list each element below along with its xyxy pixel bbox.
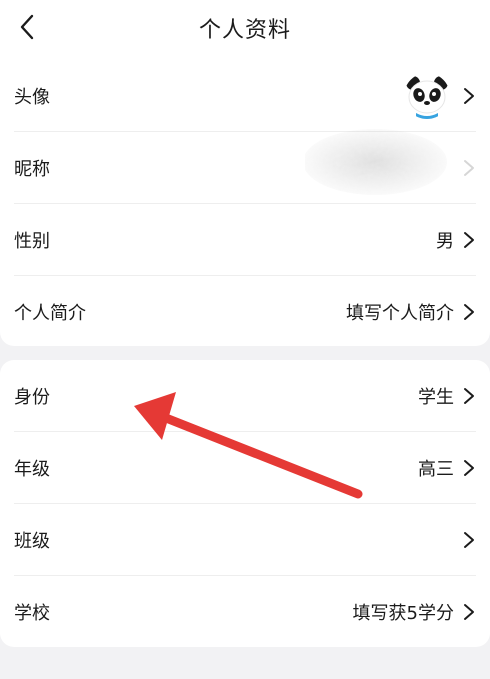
- grade-row[interactable]: 年级 高三: [14, 432, 476, 504]
- gender-label: 性别: [14, 231, 50, 252]
- identity-value: 学生: [418, 387, 454, 408]
- page-title: 个人资料: [198, 18, 291, 43]
- chevron-right-icon: [464, 460, 474, 476]
- chevron-right-icon: [464, 232, 474, 248]
- bio-label: 个人简介: [14, 303, 86, 324]
- avatar-label: 头像: [14, 87, 50, 108]
- grade-value: 高三: [418, 459, 454, 480]
- bio-value: 填写个人简介: [346, 303, 454, 324]
- panda-avatar-icon: [404, 73, 450, 119]
- avatar-row[interactable]: 头像: [14, 60, 476, 132]
- identity-row[interactable]: 身份 学生: [14, 360, 476, 432]
- bio-row[interactable]: 个人简介 填写个人简介: [14, 276, 476, 348]
- chevron-right-icon: [464, 532, 474, 548]
- nickname-row[interactable]: 昵称: [14, 132, 476, 204]
- school-value: 填写获5学分: [352, 603, 454, 624]
- school-info-card: 身份 学生 年级 高三 班级 学校 填写获5学分: [0, 360, 490, 647]
- school-label: 学校: [14, 603, 50, 624]
- gender-row[interactable]: 性别 男: [14, 204, 476, 276]
- school-row[interactable]: 学校 填写获5学分: [14, 576, 476, 648]
- avatar: [404, 73, 450, 119]
- chevron-right-icon: [464, 388, 474, 404]
- chevron-right-icon: [464, 160, 474, 176]
- grade-label: 年级: [14, 459, 50, 480]
- gender-value: 男: [436, 231, 454, 252]
- top-bar: 个人资料: [0, 0, 490, 56]
- nickname-label: 昵称: [14, 159, 50, 180]
- profile-card: 头像 昵称 性别 男 个人简介 填写个人简介: [0, 56, 490, 346]
- chevron-right-icon: [464, 604, 474, 620]
- chevron-right-icon: [464, 304, 474, 320]
- identity-label: 身份: [14, 387, 50, 408]
- class-label: 班级: [14, 531, 50, 552]
- class-row[interactable]: 班级: [14, 504, 476, 576]
- profile-page: 个人资料 头像 昵称 性别 男 个人简介 填写个人简介 身份 学生 年级 高三 …: [0, 0, 490, 679]
- chevron-right-icon: [464, 88, 474, 104]
